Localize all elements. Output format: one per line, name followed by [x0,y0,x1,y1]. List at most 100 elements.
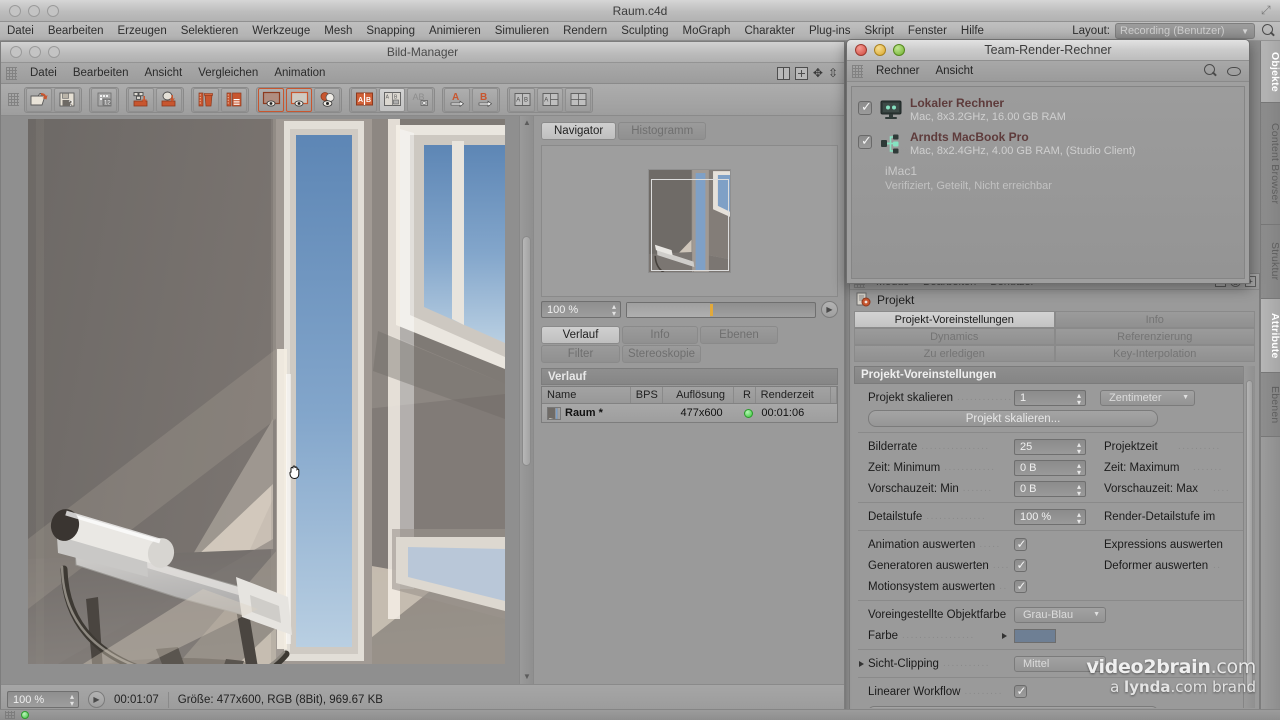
sidebar-tab-attribute[interactable]: Attribute [1261,299,1280,373]
list-item[interactable]: Arndts MacBook Pro Mac, 8x2.4GHz, 4.00 G… [852,127,1244,161]
column-header-bps[interactable]: BPS [631,387,663,403]
move-icon[interactable]: ✥ [813,66,823,80]
panel-grip-icon[interactable] [6,66,17,80]
sidebar-tab-struktur[interactable]: Struktur [1261,225,1280,299]
add-pane-icon[interactable] [794,66,808,80]
view-b-icon[interactable] [286,87,312,112]
compare-ab-icon[interactable]: A B [351,87,377,112]
tab-info[interactable]: Info [622,326,698,344]
objektfarbe-dropdown[interactable]: Grau-Blau ▼ [1014,606,1106,623]
detailstufe-field[interactable]: 100 % ▴ ▾ [1014,508,1086,525]
sidebar-tab-objekte[interactable]: Objekte [1261,41,1280,103]
scroll-down-icon[interactable]: ▼ [522,672,532,682]
list-item[interactable]: iMac1 Verifiziert, Geteilt, Nicht erreic… [852,161,1244,196]
partial-button[interactable] [868,706,1158,708]
set-b-icon[interactable]: B [472,87,498,112]
resize-corner-icon[interactable]: ⤢ [1261,4,1274,17]
sidebar-tab-ebenen[interactable]: Ebenen [1261,373,1280,437]
tab-verlauf[interactable]: Verlauf [541,326,620,344]
stepper-icon[interactable]: ▴ ▾ [1077,482,1081,497]
projekt-skalieren-button[interactable]: Projekt skalieren... [868,410,1158,427]
split-view-icon[interactable] [776,66,790,80]
set-a-icon[interactable]: A [444,87,470,112]
stepper-icon[interactable]: ▴ ▾ [1077,461,1081,476]
image-canvas-area[interactable]: ▲ ▼ [1,116,534,684]
column-header-name[interactable]: Name [542,387,631,403]
menu-skript[interactable]: Skript [858,25,901,37]
tr-menu-rechner[interactable]: Rechner [868,65,927,77]
menu-mesh[interactable]: Mesh [317,25,359,37]
save-image-icon[interactable]: ? [54,87,80,112]
stepper-icon[interactable]: ▴ ▾ [612,303,616,318]
zoom-field[interactable]: 100 % ▴ ▾ [7,691,79,708]
menu-fenster[interactable]: Fenster [901,25,954,37]
stepper-icon[interactable]: ▴ ▾ [70,693,74,708]
delete-all-icon[interactable] [221,87,247,112]
search-icon[interactable] [1202,63,1218,79]
tr-menu-ansicht[interactable]: Ansicht [927,65,981,77]
expand-triangle-icon[interactable] [1002,632,1007,639]
open-image-icon[interactable] [26,87,52,112]
send-to-picture-viewer-icon[interactable] [128,87,154,112]
sicht-clipping-dropdown[interactable]: Mittel ▼ [1014,655,1106,672]
im-menu-animation[interactable]: Animation [266,67,333,79]
tab-info[interactable]: Info [1054,311,1255,328]
navigator-viewport-frame[interactable] [651,179,729,271]
table-row[interactable]: Raum * 477x600 00:01:06 [542,404,837,422]
scroll-up-icon[interactable]: ▲ [522,118,532,128]
layout-ab-side-icon[interactable]: A B [509,87,535,112]
stepper-icon[interactable]: ▴ ▾ [1077,391,1081,406]
toolbar-grip-icon[interactable] [8,93,19,106]
eye-icon[interactable] [1227,66,1241,76]
tab-zu-erledigen[interactable]: Zu erledigen [854,345,1055,362]
panel-grip-icon[interactable] [852,64,863,78]
column-header-r[interactable]: R [734,387,756,403]
tab-histogramm[interactable]: Histogramm [618,122,707,140]
im-menu-datei[interactable]: Datei [22,67,65,79]
navigator-zoom-field[interactable]: 100 % ▴ ▾ [541,301,621,318]
scrollbar-thumb[interactable] [522,236,531,466]
im-menu-bearbeiten[interactable]: Bearbeiten [65,67,137,79]
view-ab-blend-icon[interactable] [314,87,340,112]
menu-selektieren[interactable]: Selektieren [174,25,246,37]
tab-filter[interactable]: Filter [541,345,620,363]
sidebar-tab-content-browser[interactable]: Content Browser [1261,103,1280,225]
search-icon[interactable] [1260,23,1276,39]
menu-simulieren[interactable]: Simulieren [488,25,556,37]
menu-werkzeuge[interactable]: Werkzeuge [245,25,317,37]
column-header-renderzeit[interactable]: Renderzeit [756,387,831,403]
machine-checkbox[interactable] [858,133,872,149]
tab-projekt-voreinstellungen[interactable]: Projekt-Voreinstellungen [854,311,1055,328]
menu-snapping[interactable]: Snapping [359,25,422,37]
menu-plugins[interactable]: Plug-ins [802,25,858,37]
view-a-icon[interactable] [258,87,284,112]
slider-knob[interactable] [709,303,713,316]
tab-stereoskopie[interactable]: Stereoskopie [622,345,701,363]
send-render-icon[interactable] [156,87,182,112]
layout-ab-stack-icon[interactable]: A [537,87,563,112]
vorschauzeit-min-field[interactable]: 0 B ▴ ▾ [1014,480,1086,497]
tab-key-interpolation[interactable]: Key-Interpolation [1054,345,1255,362]
stepper-icon[interactable]: ▴ ▾ [1077,510,1081,525]
render-settings-icon[interactable]: 12 [91,87,117,112]
farbe-swatch[interactable] [1014,628,1056,643]
expand-triangle-icon[interactable] [859,660,864,667]
bilderrate-field[interactable]: 25 ▴ ▾ [1014,438,1086,455]
layout-select[interactable]: Recording (Benutzer) ▼ [1115,23,1255,39]
linearer-workflow-checkbox[interactable] [1014,684,1027,698]
list-item[interactable]: Lokaler Rechner Mac, 8x3.2GHz, 16.00 GB … [852,93,1244,127]
navigator-preview[interactable] [541,145,838,297]
menu-sculpting[interactable]: Sculpting [614,25,675,37]
motionsystem-auswerten-checkbox[interactable] [1014,579,1027,593]
menu-rendern[interactable]: Rendern [556,25,614,37]
menu-hilfe[interactable]: Hilfe [954,25,991,37]
column-header-aufloesung[interactable]: Auflösung [663,387,735,403]
layout-ab-grid-icon[interactable] [565,87,591,112]
menu-animieren[interactable]: Animieren [422,25,488,37]
delete-image-icon[interactable] [193,87,219,112]
menu-mograph[interactable]: MoGraph [676,25,738,37]
im-menu-ansicht[interactable]: Ansicht [136,67,190,79]
tab-referenzierung[interactable]: Referenzierung [1054,328,1255,345]
machine-checkbox[interactable] [858,99,872,115]
menu-charakter[interactable]: Charakter [737,25,802,37]
